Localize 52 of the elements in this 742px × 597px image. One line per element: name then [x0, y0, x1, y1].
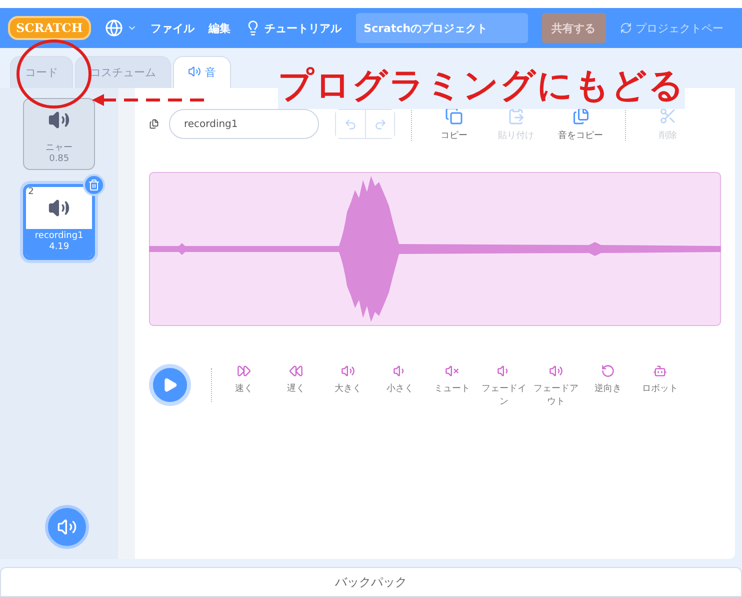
sound-name: recording1: [34, 230, 84, 242]
globe-icon: [104, 19, 123, 37]
sound-file-icon: [149, 119, 159, 129]
paste-icon: [507, 106, 525, 124]
language-menu[interactable]: [104, 19, 137, 37]
mute-icon: [445, 364, 459, 378]
tab[interactable]: コスチューム: [75, 56, 171, 88]
sound-duration: 0.85: [49, 154, 70, 166]
menu-item[interactable]: 編集: [208, 20, 231, 36]
tab[interactable]: コード: [10, 56, 73, 88]
effect-button[interactable]: フェードアウト: [530, 360, 582, 410]
sound-duration: 4.19: [49, 242, 70, 254]
sound-name: ニャー: [46, 142, 73, 154]
scissors-icon: [659, 106, 677, 124]
effect-button[interactable]: ロボット: [634, 360, 686, 410]
trash-icon: [88, 179, 100, 191]
sound-number: 2: [28, 187, 34, 197]
share-button[interactable]: 共有する: [542, 13, 606, 43]
refresh-icon: [620, 22, 632, 34]
delete-button[interactable]: [83, 174, 106, 196]
play-button[interactable]: [149, 364, 191, 406]
fast-forward-icon: [237, 364, 251, 378]
rewind-icon: [289, 364, 303, 378]
edit-tool-button[interactable]: 音をコピー: [552, 106, 609, 142]
copy-icon: [572, 106, 590, 124]
add-sound-button[interactable]: [45, 505, 89, 549]
robot-icon: [653, 364, 667, 378]
effect-button[interactable]: フェードイン: [478, 360, 530, 410]
backpack-bar[interactable]: バックパック: [0, 567, 742, 597]
speaker-icon: [341, 364, 355, 378]
undo-icon: [344, 118, 357, 130]
tutorial-menu[interactable]: チュートリアル: [244, 20, 342, 36]
speaker-icon: [188, 65, 201, 78]
sound-item[interactable]: 2 recording1 4.19: [23, 184, 96, 260]
speaker-icon: [57, 517, 77, 537]
redo-icon: [374, 118, 386, 130]
menu-item[interactable]: ファイル: [150, 20, 195, 36]
effect-button[interactable]: 遅く: [270, 360, 322, 410]
edit-tool-button[interactable]: コピー: [428, 106, 480, 142]
sound-item[interactable]: ニャー 0.85: [23, 98, 96, 170]
project-title-field[interactable]: Scratchのプロジェクト: [356, 13, 528, 43]
effect-button[interactable]: ミュート: [426, 360, 478, 410]
speaker-icon: [549, 364, 563, 378]
effect-button[interactable]: 速く: [218, 360, 270, 410]
effect-button[interactable]: 大きく: [322, 360, 374, 410]
effect-button[interactable]: 小さく: [374, 360, 426, 410]
undo-arrow-icon: [601, 364, 615, 378]
sound-name-field[interactable]: recording1: [169, 109, 319, 139]
tab[interactable]: 音: [173, 56, 231, 88]
effect-button[interactable]: 逆向き: [582, 360, 634, 410]
play-icon: [162, 377, 178, 393]
copy-icon: [445, 106, 463, 124]
